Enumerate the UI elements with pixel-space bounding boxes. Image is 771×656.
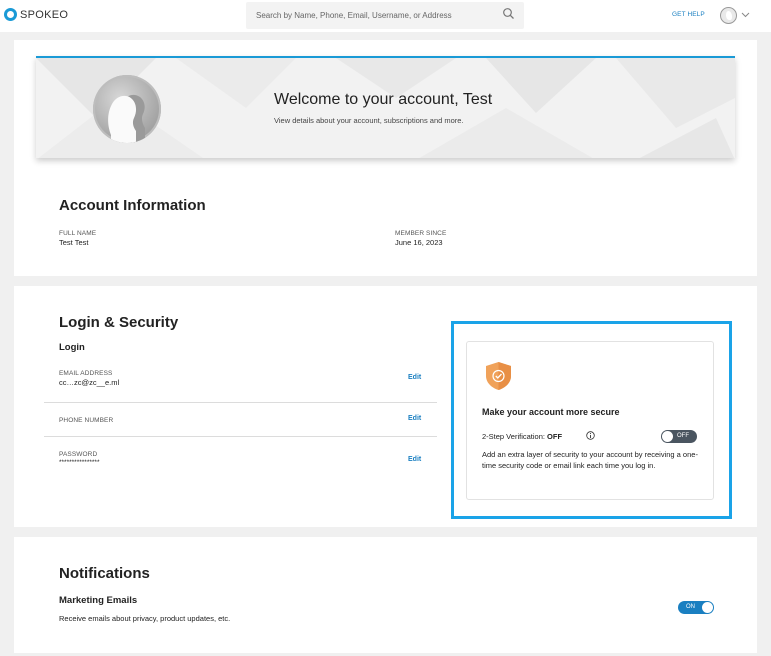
two-step-state: OFF	[547, 432, 563, 441]
search-input[interactable]: Search by Name, Phone, Email, Username, …	[246, 2, 524, 29]
top-bar: SPOKEO Search by Name, Phone, Email, Use…	[0, 0, 771, 32]
two-step-label: 2-Step Verification:	[482, 432, 548, 441]
info-icon[interactable]	[586, 431, 595, 440]
shield-check-icon	[486, 362, 511, 390]
secure-title: Make your account more secure	[482, 407, 620, 417]
toggle-knob	[702, 602, 713, 613]
marketing-emails-title: Marketing Emails	[59, 595, 138, 606]
toggle-knob	[662, 431, 673, 442]
login-subheading: Login	[59, 342, 85, 353]
full-name-label: FULL NAME	[59, 230, 97, 237]
marketing-emails-description: Receive emails about privacy, product up…	[59, 614, 231, 623]
spokeo-logo-icon	[4, 8, 17, 21]
phone-number-label: PHONE NUMBER	[59, 417, 114, 424]
chevron-down-icon[interactable]	[741, 10, 750, 19]
secure-description: Add an extra layer of security to your a…	[482, 450, 698, 470]
member-since-label: MEMBER SINCE	[395, 230, 447, 237]
toggle-on-text: ON	[686, 603, 695, 610]
edit-phone-button[interactable]: Edit	[408, 415, 421, 422]
spokeo-logo[interactable]: SPOKEO	[4, 8, 68, 21]
login-security-heading: Login & Security	[59, 314, 179, 331]
divider	[44, 402, 437, 403]
two-step-toggle[interactable]: OFF	[661, 430, 697, 443]
account-card: Welcome to your account, Test View detai…	[14, 40, 757, 276]
email-address-label: EMAIL ADDRESS	[59, 370, 113, 377]
account-information-heading: Account Information	[59, 197, 206, 214]
brand-name: SPOKEO	[20, 8, 69, 21]
search-placeholder: Search by Name, Phone, Email, Username, …	[256, 11, 452, 20]
password-label: PASSWORD	[59, 451, 98, 458]
full-name-value: Test Test	[59, 238, 89, 247]
member-since-value: June 16, 2023	[395, 238, 443, 247]
divider	[44, 436, 437, 437]
profile-avatar-icon	[93, 75, 161, 143]
edit-email-button[interactable]: Edit	[408, 374, 421, 381]
password-value: ****************	[59, 459, 100, 466]
email-address-value: cc…zc@zc__e.ml	[59, 378, 120, 387]
search-icon[interactable]	[502, 7, 515, 20]
marketing-emails-toggle[interactable]: ON	[678, 601, 714, 614]
welcome-subtitle: View details about your account, subscri…	[274, 116, 464, 125]
get-help-link[interactable]: GET HELP	[672, 11, 705, 18]
welcome-title: Welcome to your account, Test	[274, 91, 493, 108]
avatar-icon[interactable]	[720, 7, 737, 24]
notifications-heading: Notifications	[59, 565, 150, 582]
welcome-banner: Welcome to your account, Test View detai…	[36, 56, 735, 158]
two-step-status: 2-Step Verification: OFF	[482, 432, 562, 441]
edit-password-button[interactable]: Edit	[408, 456, 421, 463]
toggle-off-text: OFF	[677, 432, 689, 439]
